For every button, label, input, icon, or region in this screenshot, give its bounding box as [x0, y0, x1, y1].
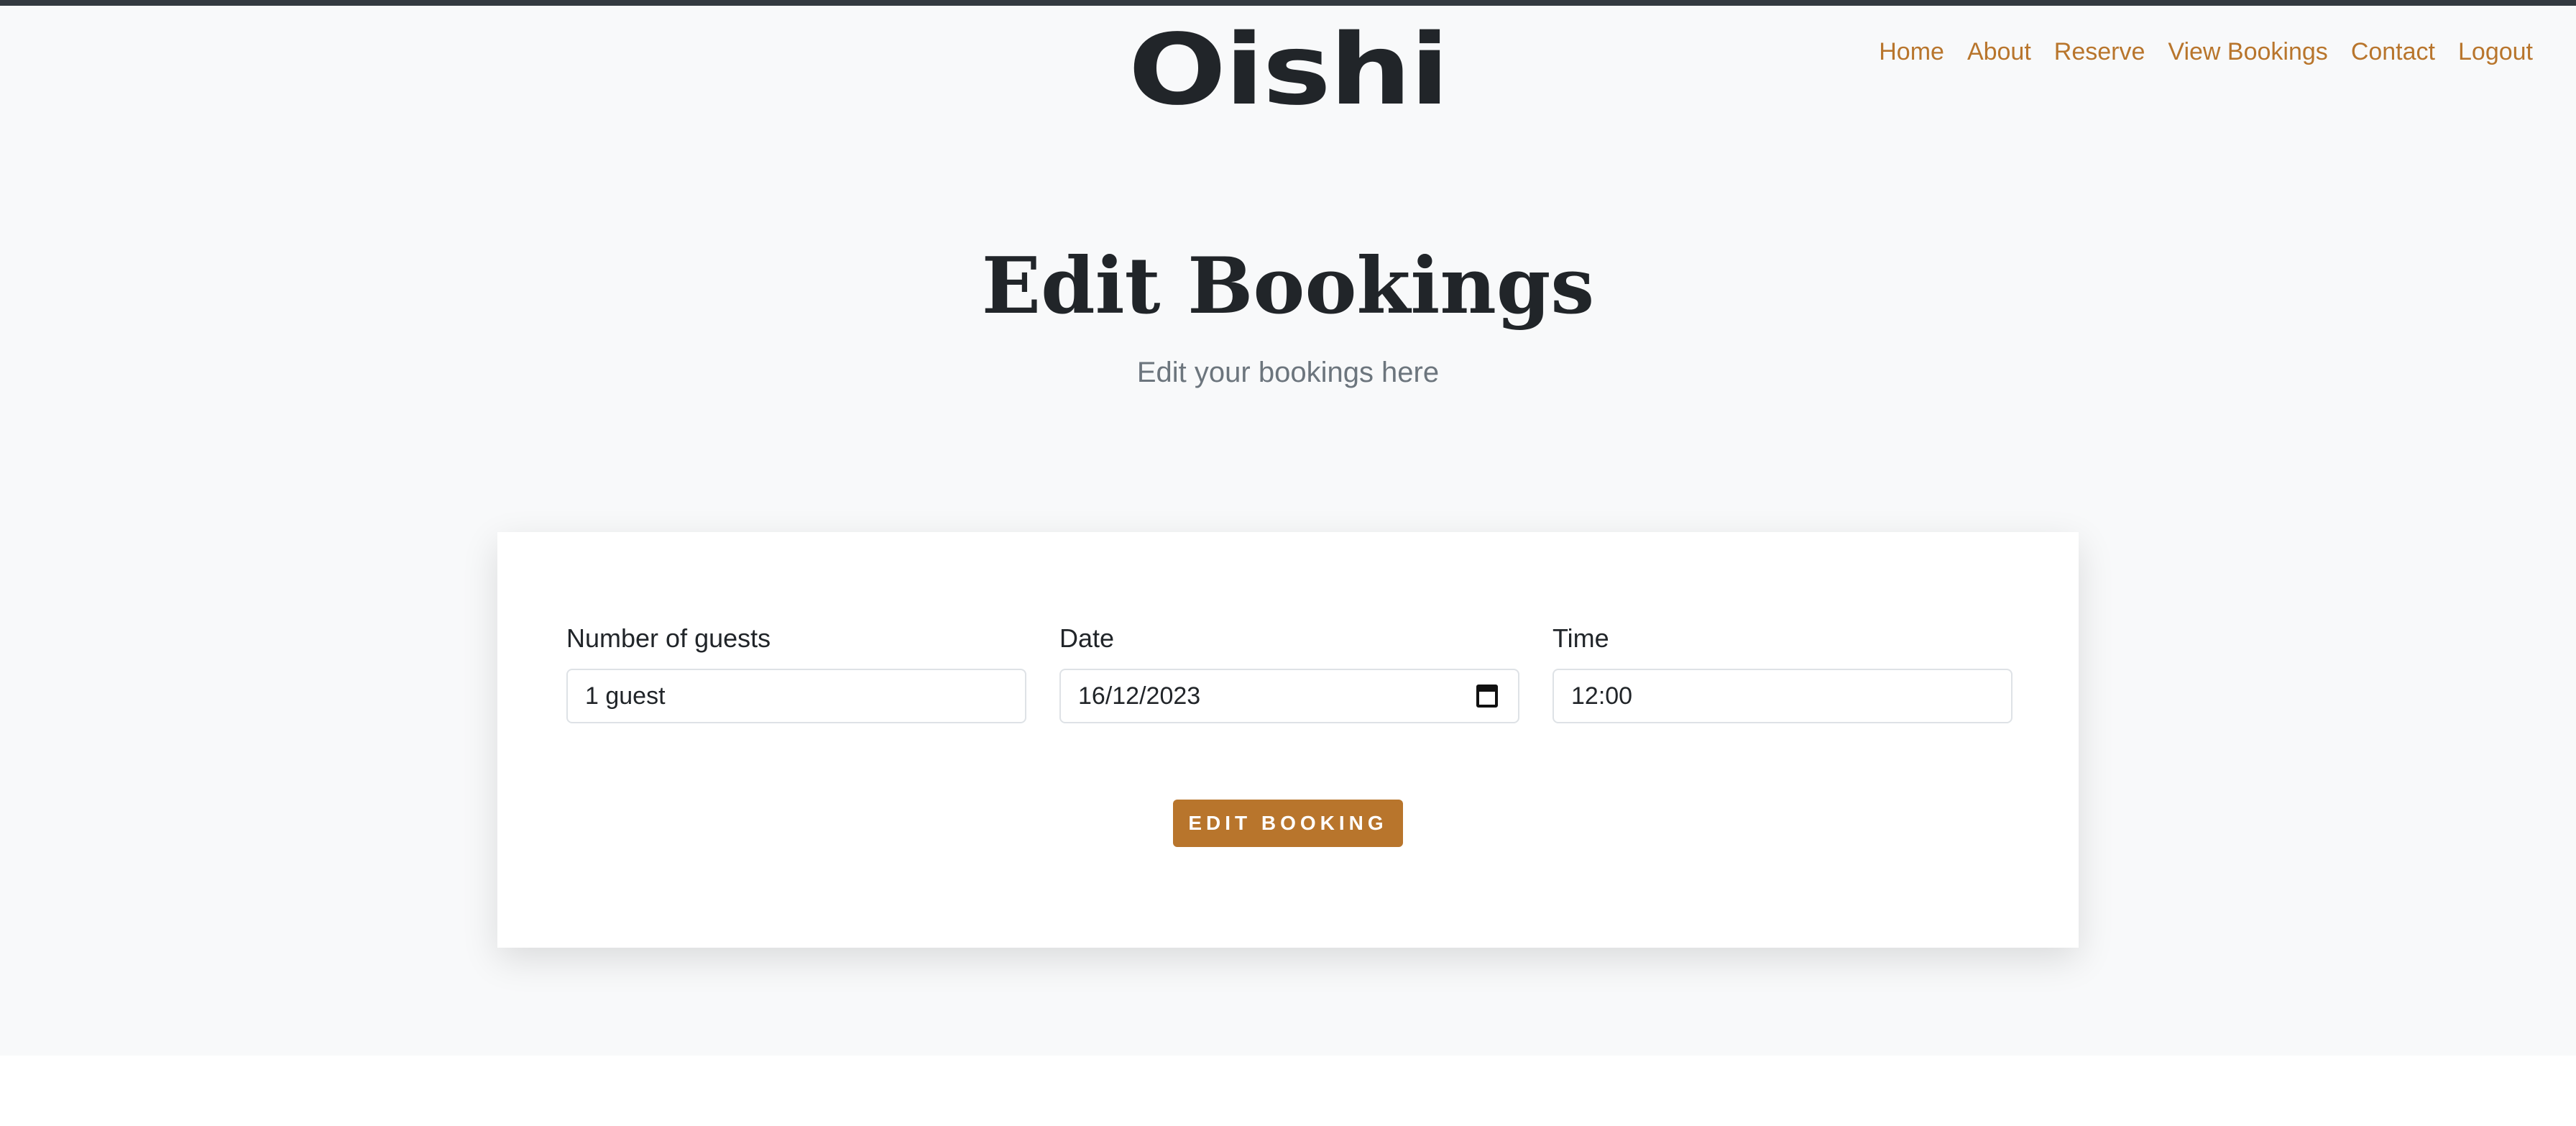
window-top-border	[0, 0, 2576, 6]
guests-select[interactable]: 1 guest	[566, 669, 1026, 723]
page-background: Oishi Home About Reserve View Bookings C…	[0, 6, 2576, 1056]
time-label: Time	[1552, 623, 1609, 653]
nav-contact[interactable]: Contact	[2351, 35, 2435, 69]
booking-form-card: Number of guests 1 guest Date 16/12/2023…	[497, 532, 2079, 948]
guests-field-group: Number of guests 1 guest	[566, 621, 1026, 723]
nav-view-bookings[interactable]: View Bookings	[2168, 35, 2327, 69]
page-title: Edit Bookings	[981, 241, 1595, 331]
edit-booking-button[interactable]: EDIT BOOKING	[1173, 800, 1403, 847]
page-subtitle: Edit your bookings here	[1136, 357, 1440, 388]
nav-about[interactable]: About	[1967, 35, 2031, 69]
date-label: Date	[1059, 623, 1115, 653]
guests-label: Number of guests	[566, 623, 771, 653]
time-field-group: Time 12:00	[1552, 621, 2012, 723]
date-input[interactable]: 16/12/2023	[1059, 669, 1519, 723]
time-select[interactable]: 12:00	[1552, 669, 2012, 723]
main-nav: Home About Reserve View Bookings Contact…	[1879, 35, 2533, 69]
calendar-icon[interactable]	[1476, 685, 1498, 708]
nav-logout[interactable]: Logout	[2458, 35, 2533, 69]
date-value: 16/12/2023	[1078, 682, 1201, 710]
nav-reserve[interactable]: Reserve	[2054, 35, 2145, 69]
nav-home[interactable]: Home	[1879, 35, 1944, 69]
date-field-group: Date 16/12/2023	[1059, 621, 1519, 723]
